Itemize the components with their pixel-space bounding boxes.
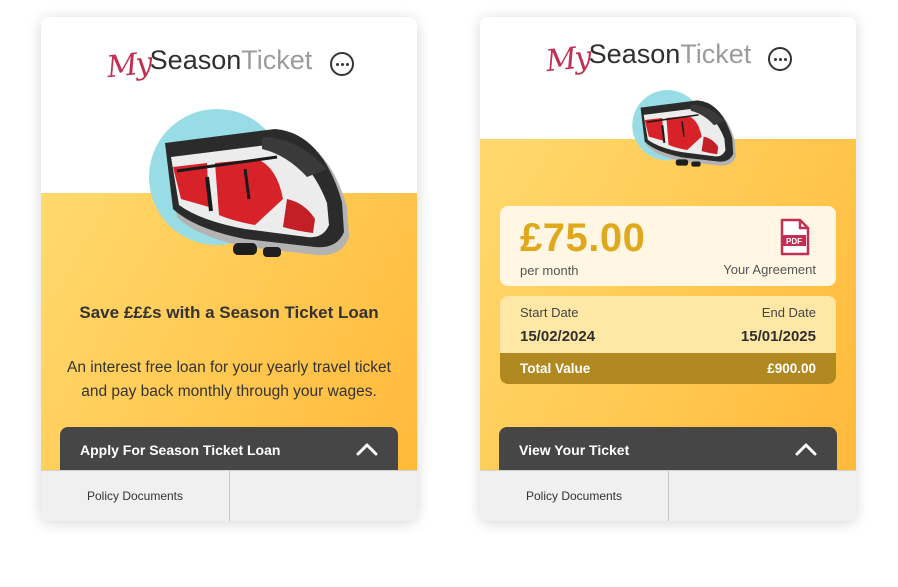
season-ticket-summary-card: My Season Ticket £75.00 per month PDF Yo… xyxy=(480,17,856,521)
logo-season: Season xyxy=(588,39,681,69)
tab-policy-documents[interactable]: Policy Documents xyxy=(41,471,229,521)
tab-empty[interactable] xyxy=(229,471,417,521)
loan-title: Save £££s with a Season Ticket Loan xyxy=(79,303,379,322)
pdf-file-icon[interactable]: PDF xyxy=(780,218,810,256)
logo-my: My xyxy=(105,45,153,86)
end-date-value: 15/01/2025 xyxy=(740,328,816,345)
logo-season: Season xyxy=(149,45,242,75)
tab-policy-documents[interactable]: Policy Documents xyxy=(480,471,668,521)
start-date-label: Start Date xyxy=(520,305,579,320)
train-illustration xyxy=(137,107,357,277)
total-value-amount: £900.00 xyxy=(767,361,816,376)
your-agreement-link[interactable]: Your Agreement xyxy=(723,262,816,277)
my-season-ticket-logo: My Season Ticket xyxy=(544,39,752,79)
chevron-up-icon xyxy=(356,443,378,456)
my-season-ticket-logo: My Season Ticket xyxy=(105,45,313,85)
logo-my: My xyxy=(544,39,592,80)
monthly-amount-panel: £75.00 per month PDF Your Agreement xyxy=(500,206,836,286)
footer-tabs: Policy Documents xyxy=(41,470,417,521)
chevron-up-icon xyxy=(795,443,817,456)
monthly-amount: £75.00 xyxy=(520,216,646,260)
logo-ticket: Ticket xyxy=(241,45,313,75)
svg-text:PDF: PDF xyxy=(786,237,802,246)
total-value-bar: Total Value £900.00 xyxy=(500,353,836,384)
apply-loan-button[interactable]: Apply For Season Ticket Loan xyxy=(60,427,398,473)
more-options-icon[interactable] xyxy=(330,52,354,76)
train-illustration xyxy=(626,89,740,177)
view-ticket-label: View Your Ticket xyxy=(519,442,630,458)
more-options-icon[interactable] xyxy=(768,47,792,71)
season-ticket-loan-card: My Season Ticket Save £££s with a Season… xyxy=(41,17,417,521)
end-date-label: End Date xyxy=(761,305,816,320)
total-value-label: Total Value xyxy=(520,361,591,376)
tab-empty[interactable] xyxy=(668,471,856,521)
start-date-value: 15/02/2024 xyxy=(520,328,596,345)
logo-ticket: Ticket xyxy=(680,39,752,69)
ticket-dates-panel: Start Date End Date 15/02/2024 15/01/202… xyxy=(500,296,836,384)
apply-loan-label: Apply For Season Ticket Loan xyxy=(80,442,281,458)
view-ticket-button[interactable]: View Your Ticket xyxy=(499,427,837,473)
loan-description: An interest free loan for your yearly tr… xyxy=(67,359,391,400)
footer-tabs: Policy Documents xyxy=(480,470,856,521)
per-month-label: per month xyxy=(520,263,579,278)
